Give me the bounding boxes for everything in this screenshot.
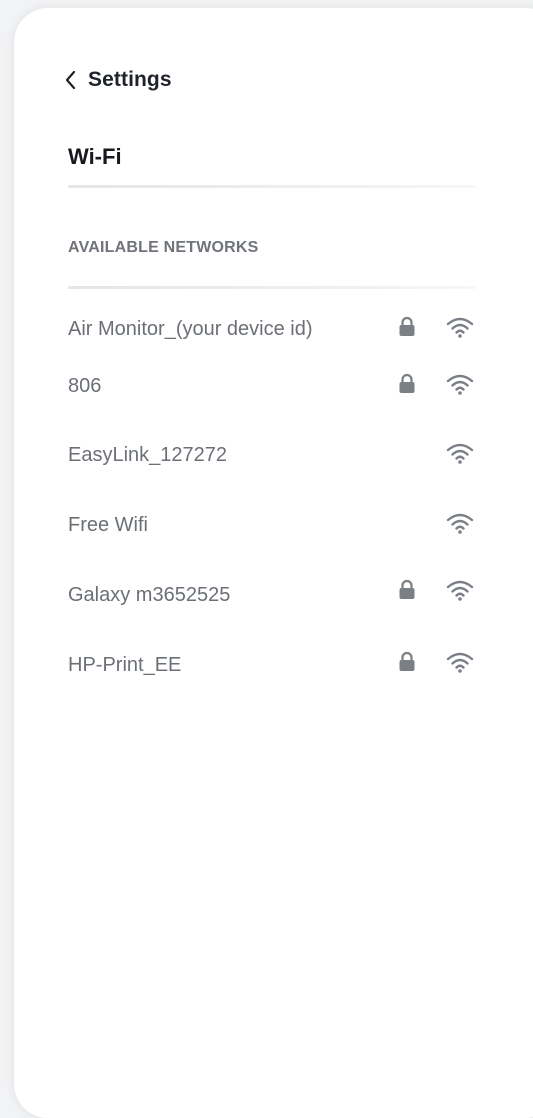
network-item-806[interactable]: 806 — [68, 369, 480, 405]
wifi-icon — [445, 372, 475, 396]
network-item-easylink[interactable]: EasyLink_127272 — [68, 438, 480, 474]
back-button[interactable]: Settings — [64, 68, 172, 92]
network-item-free-wifi[interactable]: Free Wifi — [68, 508, 480, 544]
network-name: 806 — [68, 375, 102, 397]
wifi-icon — [445, 441, 475, 465]
network-name: Free Wifi — [68, 514, 148, 536]
lock-icon — [398, 579, 416, 601]
network-name: Air Monitor_(your device id) — [68, 318, 313, 340]
network-name: EasyLink_127272 — [68, 444, 228, 466]
network-item-air-monitor[interactable]: Air Monitor_(your device id) — [68, 312, 480, 348]
section-label: AVAILABLE NETWORKS — [68, 239, 259, 256]
wifi-icon — [445, 650, 475, 674]
network-name: HP-Print_EE — [68, 654, 182, 676]
network-item-hp-print[interactable]: HP-Print_EE — [68, 648, 480, 684]
wifi-icon — [445, 315, 475, 339]
network-name: Galaxy m3652525 — [68, 584, 231, 606]
section-divider — [68, 286, 476, 289]
lock-icon — [398, 651, 416, 673]
network-item-galaxy[interactable]: Galaxy m3652525 — [68, 576, 480, 612]
back-label: Settings — [88, 68, 172, 91]
chevron-left-icon — [64, 70, 78, 90]
title-divider — [68, 185, 476, 188]
lock-icon — [398, 373, 416, 395]
wifi-icon — [445, 511, 475, 535]
page-title: Wi-Fi — [68, 144, 122, 169]
wifi-icon — [445, 578, 475, 602]
settings-panel — [14, 8, 533, 1118]
lock-icon — [398, 316, 416, 338]
